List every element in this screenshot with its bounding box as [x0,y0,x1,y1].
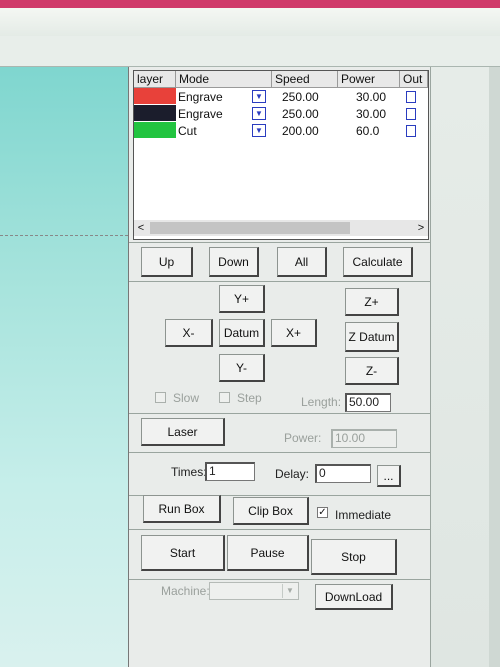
y-plus-button[interactable]: Y+ [219,285,265,313]
mode-dropdown-icon[interactable]: ▼ [252,124,266,137]
start-button[interactable]: Start [141,535,225,571]
x-plus-button[interactable]: X+ [271,319,317,347]
immediate-checkbox[interactable]: ✓ [317,507,328,518]
top-toolbar [0,36,500,67]
divider [129,413,431,414]
col-speed[interactable]: Speed [272,71,338,87]
layer-color-swatch[interactable] [134,105,176,122]
x-minus-button[interactable]: X- [165,319,213,347]
laser-button[interactable]: Laser [141,418,225,446]
scroll-thumb[interactable] [150,222,350,234]
laser-control-panel: layer Mode Speed Power Out Engrave ▼ 250… [128,67,431,667]
times-input[interactable]: 1 [205,462,255,481]
divider [129,242,431,243]
step-checkbox[interactable] [219,392,230,403]
col-power[interactable]: Power [338,71,400,87]
output-checkbox[interactable] [406,107,416,120]
vertical-scrollbar[interactable] [489,67,500,667]
layer-power: 60.0 [356,123,380,138]
power-input[interactable]: 10.00 [331,429,397,448]
machine-select[interactable]: ▼ [209,582,299,600]
table-row[interactable]: Engrave ▼ 250.00 30.00 [134,88,428,105]
canvas-guide-line [0,235,128,236]
output-checkbox[interactable] [406,90,416,103]
right-side-panel [430,67,500,667]
download-button[interactable]: DownLoad [315,584,393,610]
divider [129,281,431,282]
delay-label: Delay: [275,467,310,481]
clip-box-button[interactable]: Clip Box [233,497,309,525]
scroll-right-icon[interactable]: > [414,222,428,234]
layer-mode: Cut [178,123,197,138]
col-output[interactable]: Out [400,71,428,87]
power-label: Power: [284,431,322,445]
machine-label: Machine: [161,584,210,598]
layer-color-swatch[interactable] [134,122,176,139]
divider [129,529,431,530]
layer-power: 30.00 [356,106,387,121]
run-box-button[interactable]: Run Box [143,495,221,523]
scroll-left-icon[interactable]: < [134,222,148,234]
immediate-label: Immediate [335,508,392,522]
pause-button[interactable]: Pause [227,535,309,571]
mode-dropdown-icon[interactable]: ▼ [252,90,266,103]
layer-table: layer Mode Speed Power Out Engrave ▼ 250… [133,70,429,240]
delay-more-button[interactable]: ... [377,465,401,487]
layer-color-swatch[interactable] [134,88,176,105]
y-minus-button[interactable]: Y- [219,354,265,382]
step-label: Step [237,391,262,405]
calculate-button[interactable]: Calculate [343,247,413,277]
z-minus-button[interactable]: Z- [345,357,399,385]
screen-bezel [0,0,500,8]
layer-speed: 200.00 [282,123,319,138]
mode-dropdown-icon[interactable]: ▼ [252,107,266,120]
table-row[interactable]: Cut ▼ 200.00 60.0 [134,122,428,139]
all-button[interactable]: All [277,247,327,277]
divider [129,579,431,580]
delay-input[interactable]: 0 [315,464,371,483]
length-label: Length: [301,395,342,409]
divider [129,452,431,453]
up-button[interactable]: Up [141,247,193,277]
datum-button[interactable]: Datum [219,319,265,347]
layer-power: 30.00 [356,89,387,104]
z-datum-button[interactable]: Z Datum [345,322,399,352]
window-titlebar [0,8,500,37]
down-button[interactable]: Down [209,247,259,277]
slow-checkbox[interactable] [155,392,166,403]
col-mode[interactable]: Mode [176,71,272,87]
layer-mode: Engrave [178,106,223,121]
col-layer[interactable]: layer [134,71,176,87]
stop-button[interactable]: Stop [311,539,397,575]
layer-speed: 250.00 [282,106,319,121]
chevron-down-icon: ▼ [282,584,297,598]
z-plus-button[interactable]: Z+ [345,288,399,316]
drawing-canvas[interactable] [0,67,128,667]
length-input[interactable]: 50.00 [345,393,391,412]
slow-label: Slow [173,391,200,405]
layer-speed: 250.00 [282,89,319,104]
layer-mode: Engrave [178,89,223,104]
times-label: Times: [171,465,207,479]
output-checkbox[interactable] [406,124,416,137]
horizontal-scrollbar[interactable]: < > [134,220,428,236]
table-row[interactable]: Engrave ▼ 250.00 30.00 [134,105,428,122]
layer-table-header: layer Mode Speed Power Out [134,71,428,88]
